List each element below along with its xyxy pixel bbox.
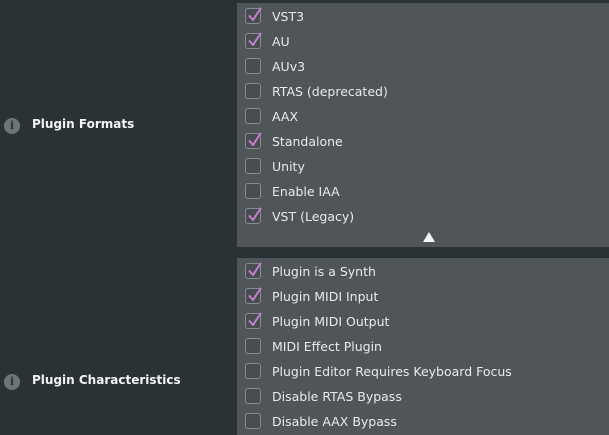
checkbox[interactable] — [245, 108, 261, 124]
checkbox[interactable] — [245, 183, 261, 199]
plugin-formats-label: Plugin Formats — [32, 117, 135, 131]
option-label: Enable IAA — [272, 183, 340, 199]
checkbox[interactable] — [245, 388, 261, 404]
triangle-up-icon[interactable] — [423, 232, 435, 242]
plugin-formats-label-row: i Plugin Formats — [0, 114, 230, 138]
checkmark-icon[interactable] — [245, 132, 262, 149]
checkbox[interactable] — [245, 363, 261, 379]
option-label: AU — [272, 33, 290, 49]
checkbox[interactable] — [245, 58, 261, 74]
option-plugin-is-synth[interactable]: Plugin is a Synth — [245, 261, 376, 281]
plugin-characteristics-list: Plugin is a Synth Plugin MIDI Input Plug… — [237, 258, 609, 435]
option-label: VST (Legacy) — [272, 208, 355, 224]
checkmark-icon[interactable] — [245, 7, 262, 24]
option-aax[interactable]: AAX — [245, 106, 298, 126]
option-disable-rtas-bypass[interactable]: Disable RTAS Bypass — [245, 386, 402, 406]
option-label: AUv3 — [272, 58, 306, 74]
option-label: Disable RTAS Bypass — [272, 388, 402, 404]
option-rtas[interactable]: RTAS (deprecated) — [245, 81, 388, 101]
option-vst3[interactable]: VST3 — [245, 6, 304, 26]
option-label: Plugin Editor Requires Keyboard Focus — [272, 363, 512, 379]
option-label: MIDI Effect Plugin — [272, 338, 382, 354]
plugin-formats-list: VST3 AU AUv3 RTAS (deprecated) AAX Stand… — [237, 3, 609, 247]
option-auv3[interactable]: AUv3 — [245, 56, 305, 76]
option-label: RTAS (deprecated) — [272, 83, 388, 99]
checkmark-icon[interactable] — [245, 287, 262, 304]
info-icon[interactable]: i — [4, 374, 20, 390]
option-label: AAX — [272, 108, 299, 124]
plugin-characteristics-label-row: i Plugin Characteristics — [0, 370, 230, 394]
option-enable-iaa[interactable]: Enable IAA — [245, 181, 340, 201]
option-label: Plugin MIDI Output — [272, 313, 390, 329]
option-label: Plugin is a Synth — [272, 263, 376, 279]
option-plugin-midi-output[interactable]: Plugin MIDI Output — [245, 311, 389, 331]
option-editor-keyboard-focus[interactable]: Plugin Editor Requires Keyboard Focus — [245, 361, 512, 381]
option-label: Standalone — [272, 133, 343, 149]
checkbox[interactable] — [245, 338, 261, 354]
checkbox[interactable] — [245, 413, 261, 429]
checkbox[interactable] — [245, 83, 261, 99]
option-au[interactable]: AU — [245, 31, 290, 51]
option-label: VST3 — [272, 8, 305, 24]
plugin-characteristics-label: Plugin Characteristics — [32, 373, 181, 387]
option-standalone[interactable]: Standalone — [245, 131, 343, 151]
info-icon[interactable]: i — [4, 118, 20, 134]
checkmark-icon[interactable] — [245, 32, 262, 49]
option-label: Plugin MIDI Input — [272, 288, 379, 304]
option-unity[interactable]: Unity — [245, 156, 305, 176]
checkmark-icon[interactable] — [245, 312, 262, 329]
option-disable-aax-bypass[interactable]: Disable AAX Bypass — [245, 411, 397, 431]
option-label: Disable AAX Bypass — [272, 413, 397, 429]
option-label: Unity — [272, 158, 305, 174]
checkmark-icon[interactable] — [245, 262, 262, 279]
option-vst-legacy[interactable]: VST (Legacy) — [245, 206, 354, 226]
option-midi-effect-plugin[interactable]: MIDI Effect Plugin — [245, 336, 382, 356]
checkmark-icon[interactable] — [245, 207, 262, 224]
checkbox[interactable] — [245, 158, 261, 174]
option-plugin-midi-input[interactable]: Plugin MIDI Input — [245, 286, 378, 306]
